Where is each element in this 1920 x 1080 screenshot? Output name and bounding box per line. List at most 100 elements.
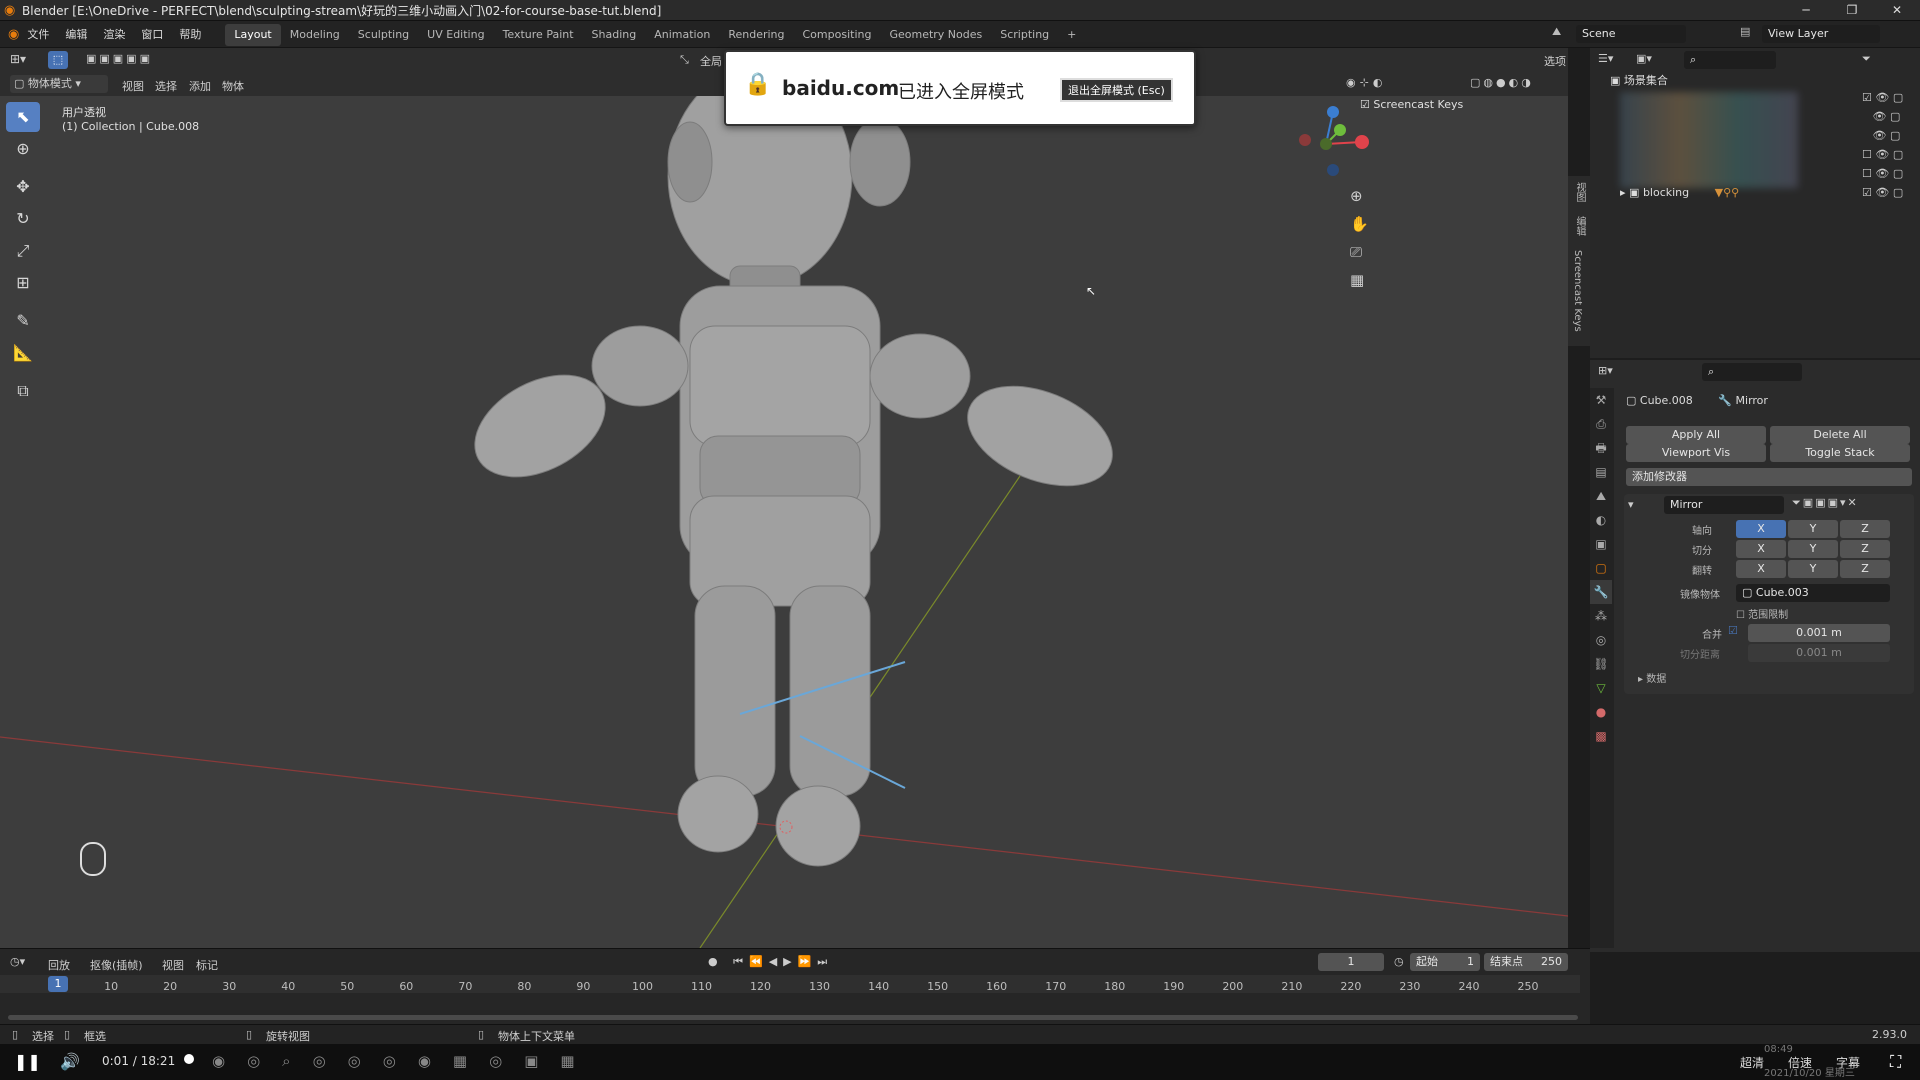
menu-help[interactable]: 帮助 (171, 21, 209, 48)
view-layer-selector[interactable]: View Layer (1762, 25, 1880, 43)
timeline-scrollbar[interactable] (8, 1015, 1578, 1020)
editor-type-icon[interactable]: ⊞▾ (10, 52, 26, 66)
tl-menu-marker[interactable]: 标记 (196, 957, 218, 973)
tool-tab-icon[interactable]: ⚒ (1590, 388, 1612, 412)
seek-handle[interactable] (184, 1054, 194, 1064)
volume-icon[interactable]: 🔊 (60, 1052, 80, 1071)
view-layer-tab-icon[interactable]: ▤ (1590, 460, 1612, 484)
flip-z-toggle[interactable]: Z (1840, 560, 1890, 578)
visibility-row[interactable]: ☑ 👁 ▢ (1862, 88, 1903, 107)
timeline-editor-icon[interactable]: ◷▾ (10, 955, 25, 968)
transform-global-label[interactable]: 全局 (700, 53, 722, 69)
tab-compositing[interactable]: Compositing (794, 24, 881, 46)
tab-edit[interactable]: 编辑 (1572, 216, 1587, 236)
tl-menu-keying[interactable]: 抠像(插帧) (90, 957, 143, 973)
tl-menu-view[interactable]: 视图 (162, 957, 184, 973)
apply-all-button[interactable]: Apply All (1626, 426, 1766, 444)
add-modifier-dropdown[interactable]: 添加修改器 (1626, 468, 1912, 486)
start-frame-field[interactable]: 起始 1 (1410, 953, 1480, 971)
toggle-stack-button[interactable]: Toggle Stack (1770, 444, 1910, 462)
move-tool-icon[interactable]: ✥ (6, 172, 40, 202)
flip-y-toggle[interactable]: Y (1788, 560, 1838, 578)
clipping-checkbox[interactable]: ☐ 范围限制 (1736, 606, 1788, 621)
display-mode-icon[interactable]: ▣▾ (1636, 52, 1652, 65)
camera-icon[interactable]: ⎚ (1350, 238, 1369, 266)
tab-uv-editing[interactable]: UV Editing (418, 24, 493, 46)
collapse-arrow-icon[interactable]: ▾ (1628, 498, 1634, 511)
expand-arrow-icon[interactable]: ▸ (1620, 186, 1626, 199)
shading-mode-icons[interactable]: ▢◍●◐◑ (1470, 76, 1534, 89)
selection-mode-icons[interactable]: ▣▣▣▣▣ (86, 52, 153, 65)
mirror-object-field[interactable]: ▢ Cube.003 (1736, 584, 1890, 602)
modifier-name-field[interactable]: Mirror (1664, 496, 1784, 514)
flip-x-toggle[interactable]: X (1736, 560, 1786, 578)
annotate-tool-icon[interactable]: ✎ (6, 306, 40, 336)
options-dropdown[interactable]: 选项 (1544, 53, 1566, 69)
tab-sculpting[interactable]: Sculpting (349, 24, 418, 46)
outliner-root[interactable]: ▣ 场景集合 (1610, 72, 1668, 90)
overlay-icons[interactable]: ◉⊹◐ (1346, 76, 1386, 89)
visibility-row[interactable]: ☐ 👁 ▢ (1862, 145, 1903, 164)
render-tab-icon[interactable]: ⎙ (1590, 412, 1612, 436)
collection-tab-icon[interactable]: ▣ (1590, 532, 1612, 556)
props-search[interactable]: ⌕ (1702, 363, 1802, 381)
texture-tab-icon[interactable]: ▩ (1590, 724, 1612, 748)
axis-x-toggle[interactable]: X (1736, 520, 1786, 538)
add-workspace-button[interactable]: + (1058, 24, 1085, 46)
visibility-row[interactable]: ☐ 👁 ▢ (1862, 164, 1903, 183)
tl-menu-playback[interactable]: 回放 (48, 957, 70, 973)
merge-distance-field[interactable]: 0.001 m (1748, 624, 1890, 642)
select-tool-icon[interactable]: ⬉ (6, 102, 40, 132)
world-tab-icon[interactable]: ◐ (1590, 508, 1612, 532)
3d-viewport[interactable]: 用户透视 (1) Collection | Cube.008 ☑ Screenc… (0, 96, 1568, 948)
tab-scripting[interactable]: Scripting (991, 24, 1058, 46)
ortho-grid-icon[interactable]: ▦ (1350, 266, 1369, 294)
object-tab-icon[interactable]: ▢ (1590, 556, 1612, 580)
tab-view[interactable]: 视图 (1572, 182, 1587, 202)
vp-menu-select[interactable]: 选择 (155, 78, 177, 94)
scene-selector[interactable]: Scene (1576, 25, 1686, 43)
pan-hand-icon[interactable]: ✋ (1350, 210, 1369, 238)
bisect-distance-field[interactable]: 0.001 m (1748, 644, 1890, 662)
tab-rendering[interactable]: Rendering (719, 24, 793, 46)
outliner-editor-icon[interactable]: ☰▾ (1598, 52, 1613, 65)
delete-all-button[interactable]: Delete All (1770, 426, 1910, 444)
tab-modeling[interactable]: Modeling (281, 24, 349, 46)
minimize-button[interactable]: ─ (1783, 0, 1829, 21)
bisect-x-toggle[interactable]: X (1736, 540, 1786, 558)
modifier-toggles[interactable]: ⏷▣▣▣▾✕ (1792, 496, 1859, 510)
current-frame-field[interactable]: 1 (1318, 953, 1384, 971)
tab-geometry-nodes[interactable]: Geometry Nodes (880, 24, 991, 46)
bisect-z-toggle[interactable]: Z (1840, 540, 1890, 558)
transform-tool-icon[interactable]: ⊞ (6, 268, 40, 298)
menu-render[interactable]: 渲染 (95, 21, 133, 48)
select-box-icon[interactable]: ⬚ (48, 51, 68, 69)
transform-orientation-icon[interactable]: ⤡ (680, 53, 689, 67)
merge-checkbox[interactable]: ☑ (1728, 624, 1738, 637)
maximize-button[interactable]: ❐ (1829, 0, 1875, 21)
close-button[interactable]: ✕ (1874, 0, 1920, 21)
particles-tab-icon[interactable]: ⁂ (1590, 604, 1612, 628)
visibility-row[interactable]: 👁 ▢ (1862, 107, 1903, 126)
material-tab-icon[interactable]: ● (1590, 700, 1612, 724)
data-tab-icon[interactable]: ▽ (1590, 676, 1612, 700)
screencast-toggle[interactable]: ☑ Screencast Keys (1360, 98, 1463, 111)
quality-button[interactable]: 超清 (1740, 1054, 1764, 1071)
visibility-row[interactable]: 👁 ▢ (1862, 126, 1903, 145)
physics-tab-icon[interactable]: ◎ (1590, 628, 1612, 652)
scale-tool-icon[interactable]: ⤢ (6, 236, 40, 266)
tab-layout[interactable]: Layout (225, 24, 281, 46)
mode-selector[interactable]: ▢ 物体模式 ▾ (10, 75, 108, 93)
visibility-row[interactable]: ☑ 👁 ▢ (1862, 183, 1903, 202)
tab-texture-paint[interactable]: Texture Paint (494, 24, 583, 46)
menu-edit[interactable]: 编辑 (57, 21, 95, 48)
data-subpanel[interactable]: ▸ 数据 (1638, 670, 1666, 685)
output-tab-icon[interactable]: 🖶 (1590, 436, 1612, 460)
scene-tab-icon[interactable]: ⛰ (1590, 484, 1612, 508)
modifier-tab-icon[interactable]: 🔧 (1590, 580, 1612, 604)
measure-tool-icon[interactable]: 📐 (6, 338, 40, 368)
cursor-tool-icon[interactable]: ⊕ (6, 134, 40, 164)
vp-menu-object[interactable]: 物体 (222, 78, 244, 94)
tab-animation[interactable]: Animation (645, 24, 719, 46)
playhead[interactable]: 1 (48, 976, 68, 992)
